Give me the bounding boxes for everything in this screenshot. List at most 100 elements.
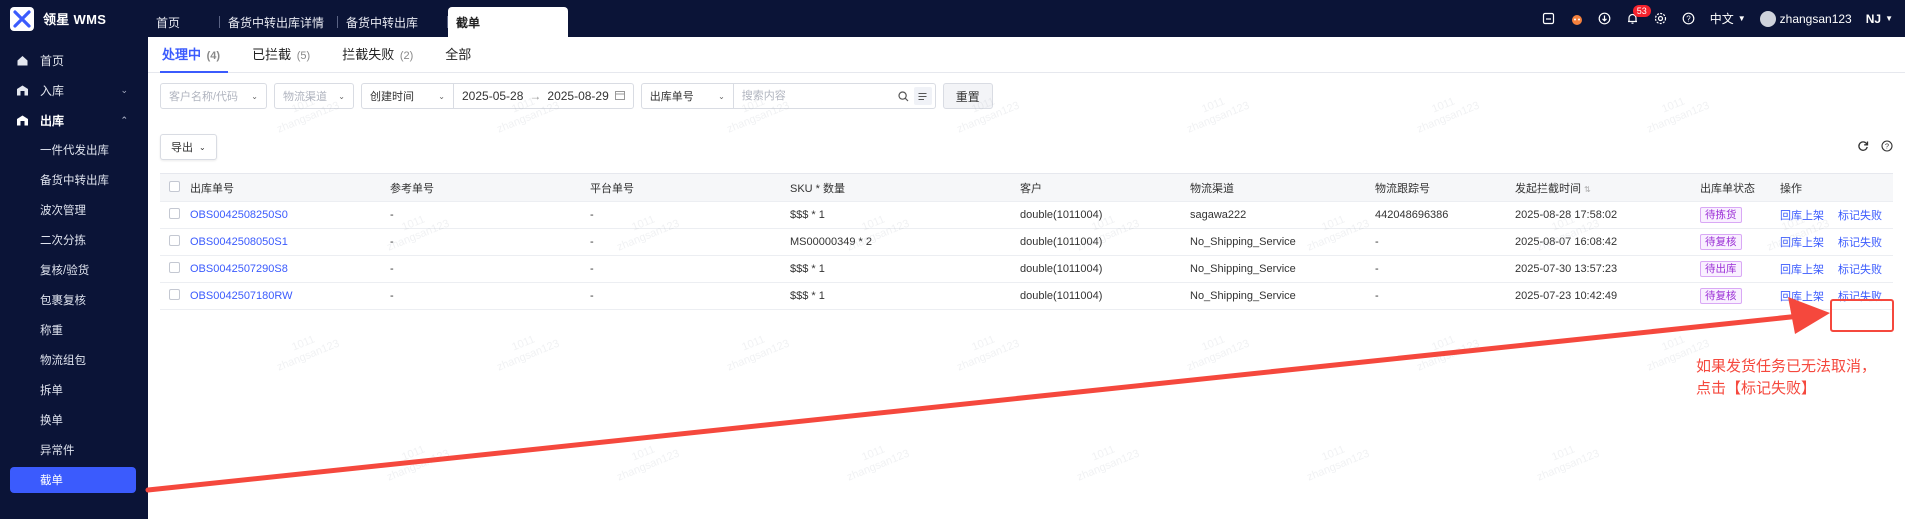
tab-label: 全部 — [445, 47, 472, 62]
status-badge: 待复核 — [1700, 234, 1742, 250]
refresh-icon[interactable] — [1857, 140, 1869, 155]
tab-transfer-outbound[interactable]: 备货中转出库 — [338, 7, 449, 37]
restock-button[interactable]: 回库上架 — [1780, 234, 1824, 250]
sku-qty: $$$ * 1 — [790, 209, 825, 221]
search-icon[interactable] — [894, 90, 914, 102]
mascot-icon[interactable] — [1570, 12, 1584, 26]
sidebar-subitem[interactable]: 备货中转出库 — [0, 165, 148, 195]
tab-intercept-failed[interactable]: 拦截失败 (2) — [340, 44, 421, 72]
watermark: 1011zhangsan123 — [495, 333, 562, 374]
channel: No_Shipping_Service — [1190, 290, 1296, 302]
tab-home[interactable]: 首页 — [148, 7, 220, 37]
batch-search-icon[interactable] — [913, 87, 932, 105]
tab-label: 备货中转出库 — [346, 15, 419, 30]
date-type-select[interactable]: 创建时间 ⌄ — [362, 84, 454, 108]
channel-select[interactable]: 物流渠道 ⌄ — [274, 83, 354, 109]
sidebar-subitem[interactable]: 称重 — [0, 315, 148, 345]
mark-failed-button[interactable]: 标记失败 — [1838, 234, 1882, 250]
top-bar: 领星 WMS 首页 备货中转出库详情 备货中转出库 截单 53 ? 中文 ▼ zh… — [0, 0, 1905, 37]
row-checkbox[interactable] — [169, 235, 180, 246]
help-icon[interactable]: ? — [1682, 12, 1696, 26]
sidebar-subitem[interactable]: 拆单 — [0, 375, 148, 405]
help-icon[interactable]: ? — [1881, 139, 1893, 155]
date-range-picker[interactable]: 2025-05-28 → 2025-08-29 — [454, 89, 633, 103]
language-select[interactable]: 中文 ▼ — [1710, 10, 1746, 27]
status-cell: 待复核 — [1694, 234, 1774, 250]
tab-all[interactable]: 全部 — [443, 44, 479, 72]
home-icon — [16, 53, 30, 67]
checkbox[interactable] — [169, 180, 180, 192]
outbound-no-link[interactable]: OBS0042507180RW — [184, 290, 384, 302]
brand[interactable]: 领星 WMS — [0, 0, 148, 37]
tab-transfer-detail[interactable]: 备货中转出库详情 — [220, 7, 339, 37]
outbound-no-link[interactable]: OBS0042507290S8 — [184, 263, 384, 275]
outbound-icon — [16, 113, 30, 127]
row-checkbox[interactable] — [169, 208, 180, 219]
sidebar-subitem[interactable]: 包裹复核 — [0, 285, 148, 315]
download-icon[interactable] — [1598, 12, 1612, 26]
sidebar-item-label: 入库 — [40, 83, 65, 98]
row-checkbox-cell — [160, 208, 184, 222]
date-range-filter: 创建时间 ⌄ 2025-05-28 → 2025-08-29 — [361, 83, 634, 109]
restock-button[interactable]: 回库上架 — [1780, 261, 1824, 277]
download-task-icon[interactable] — [1542, 12, 1556, 26]
tracking-no: - — [1375, 290, 1379, 302]
sidebar-item-inbound[interactable]: 入库 ⌄ — [0, 75, 148, 105]
status-tabs: 处理中 (4) 已拦截 (5) 拦截失败 (2) 全部 — [148, 37, 1905, 73]
header-intercept-time[interactable]: 发起拦截时间 ⇅ — [1509, 180, 1694, 196]
mark-failed-button[interactable]: 标记失败 — [1838, 288, 1882, 304]
date-type-label: 创建时间 — [370, 91, 414, 103]
tab-intercept[interactable]: 截单 — [448, 7, 569, 37]
sidebar-subitem[interactable]: 二次分拣 — [0, 225, 148, 255]
sidebar-subitem[interactable]: 复核/验货 — [0, 255, 148, 285]
select-all-checkbox[interactable] — [160, 180, 184, 195]
search-input[interactable] — [733, 84, 894, 108]
search-type-select[interactable]: 出库单号 ⌄ — [642, 84, 734, 108]
sidebar-subitem[interactable]: 一件代发出库 — [0, 135, 148, 165]
tab-intercepted[interactable]: 已拦截 (5) — [250, 44, 318, 72]
sidebar-item-home[interactable]: 首页 — [0, 45, 148, 75]
sidebar-subitem-intercept[interactable]: 截单 — [10, 467, 136, 493]
channel: sagawa222 — [1190, 209, 1247, 221]
reset-button[interactable]: 重置 — [942, 83, 993, 109]
outbound-no-link[interactable]: OBS0042508250S0 — [184, 209, 384, 221]
table-row: OBS0042508250S0 - - $$$ * 1 double(10110… — [160, 202, 1893, 229]
restock-button[interactable]: 回库上架 — [1780, 207, 1824, 223]
sidebar-subitem[interactable]: 物流组包 — [0, 345, 148, 375]
watermark: 1011zhangsan123 — [1645, 95, 1712, 136]
status-badge: 待复核 — [1700, 288, 1742, 304]
mark-failed-button[interactable]: 标记失败 — [1838, 261, 1882, 277]
date-start: 2025-05-28 — [462, 89, 524, 103]
org-select[interactable]: NJ ▼ — [1866, 12, 1893, 26]
header-actions: 操作 — [1780, 182, 1802, 195]
customer: double(1011004) — [1020, 263, 1103, 275]
tab-count: (4) — [206, 50, 221, 62]
mark-failed-button[interactable]: 标记失败 — [1838, 207, 1882, 223]
header-sku-qty: SKU * 数量 — [790, 182, 846, 195]
tab-label: 首页 — [156, 15, 181, 30]
sidebar-subitem[interactable]: 换单 — [0, 405, 148, 435]
sidebar-item-outbound[interactable]: 出库 ⌃ — [0, 105, 148, 135]
settings-icon[interactable] — [1654, 12, 1668, 26]
platform-no: - — [590, 236, 594, 248]
row-checkbox-cell — [160, 235, 184, 249]
user-menu[interactable]: zhangsan123 — [1759, 10, 1852, 27]
sidebar-subitem[interactable]: 波次管理 — [0, 195, 148, 225]
arrow-right-icon: → — [529, 89, 542, 103]
sort-icon[interactable]: ⇅ — [1584, 185, 1591, 194]
tab-label: 拦截失败 — [342, 47, 395, 62]
row-checkbox[interactable] — [169, 289, 180, 300]
sidebar: 首页 入库 ⌄ 出库 ⌃ 一件代发出库 备货中转出库 波次管理 二次分拣 复核/… — [0, 37, 148, 519]
channel-placeholder: 物流渠道 — [283, 91, 327, 103]
export-button[interactable]: 导出 ⌄ — [160, 134, 217, 160]
bell-icon[interactable]: 53 — [1626, 4, 1651, 26]
status-badge: 待拣货 — [1700, 207, 1742, 223]
sidebar-subitem[interactable]: 异常件 — [0, 435, 148, 465]
outbound-no-link[interactable]: OBS0042508050S1 — [184, 236, 384, 248]
tab-processing[interactable]: 处理中 (4) — [160, 44, 229, 73]
channel: No_Shipping_Service — [1190, 236, 1296, 248]
customer-select[interactable]: 客户名称/代码 ⌄ — [160, 83, 267, 109]
row-checkbox[interactable] — [169, 262, 180, 273]
username: zhangsan123 — [1779, 11, 1852, 26]
restock-button[interactable]: 回库上架 — [1780, 288, 1824, 304]
